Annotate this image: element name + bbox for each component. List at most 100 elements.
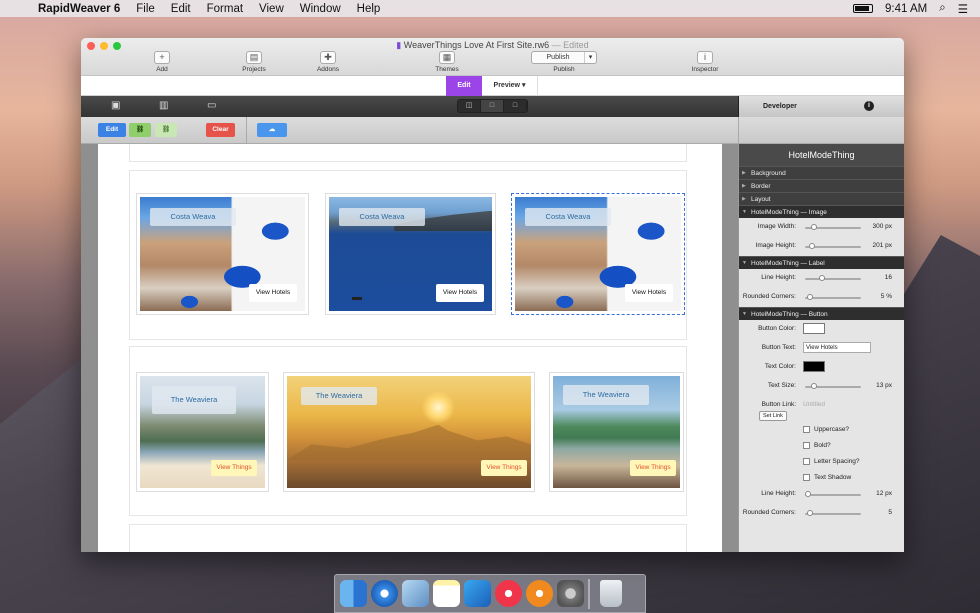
- bold-label: Bold?: [814, 442, 831, 449]
- set-link-button[interactable]: Set Link: [759, 411, 787, 421]
- edit-mode-tab[interactable]: Edit: [446, 76, 482, 96]
- letter-spacing-checkbox[interactable]: Letter Spacing?: [803, 458, 860, 465]
- view-hotels-button[interactable]: View Hotels: [625, 284, 673, 302]
- info-icon[interactable]: i: [864, 101, 874, 111]
- menu-clock[interactable]: 9:41 AM: [885, 3, 927, 15]
- image-height-slider[interactable]: [805, 243, 861, 249]
- menu-view[interactable]: View: [251, 3, 292, 15]
- stack-row: The Weaviera View Things The Weaviera Vi…: [129, 346, 687, 516]
- menu-edit[interactable]: Edit: [163, 3, 199, 15]
- notes-icon[interactable]: [433, 580, 460, 607]
- button-link-row: Button Link: Untitled Set Link: [739, 396, 904, 421]
- button-color-swatch[interactable]: [803, 323, 825, 334]
- view-hotels-button[interactable]: View Hotels: [436, 284, 484, 302]
- menu-format[interactable]: Format: [199, 3, 251, 15]
- menu-file[interactable]: File: [128, 3, 163, 15]
- rapidweaver-icon[interactable]: [464, 580, 491, 607]
- rounded-corners-slider[interactable]: [805, 294, 861, 300]
- slider-knob[interactable]: [811, 383, 817, 389]
- button-line-height-slider[interactable]: [805, 491, 861, 497]
- santorini-image: Costa Weava View Hotels: [515, 197, 681, 311]
- hotel-card-selected[interactable]: Costa Weava View Hotels: [511, 193, 685, 315]
- stack-row: Costa Weava View Hotels Costa Weava View…: [129, 170, 687, 340]
- preview-mode-tab[interactable]: Preview ▾: [482, 76, 538, 96]
- full-view-button[interactable]: □: [504, 100, 527, 112]
- checkbox-box[interactable]: [803, 426, 810, 433]
- slider-knob[interactable]: [805, 491, 811, 497]
- slider-knob[interactable]: [819, 275, 825, 281]
- button-text-field[interactable]: View Hotels: [803, 342, 871, 353]
- letter-spacing-label: Letter Spacing?: [814, 458, 860, 465]
- ibooks-icon[interactable]: [526, 580, 553, 607]
- image-width-row: Image Width: 300 px: [739, 218, 904, 237]
- button-rounded-slider[interactable]: [805, 510, 861, 516]
- slider-knob[interactable]: [811, 224, 817, 230]
- cloud-icon[interactable]: ☁: [257, 123, 287, 137]
- button-section[interactable]: HotelModeThing — Button: [739, 307, 904, 321]
- publish-dropdown-icon[interactable]: ▾: [584, 52, 596, 63]
- hotel-card[interactable]: Costa Weava View Hotels: [136, 193, 309, 315]
- notification-center-icon[interactable]: ☰: [958, 2, 968, 16]
- uppercase-checkbox[interactable]: Uppercase?: [803, 426, 849, 433]
- single-view-button[interactable]: □: [481, 100, 504, 112]
- background-section[interactable]: Background: [739, 166, 904, 180]
- slider-knob[interactable]: [807, 294, 813, 300]
- calculator-icon[interactable]: ▥: [159, 100, 168, 111]
- view-things-button[interactable]: View Things: [211, 460, 257, 476]
- spotlight-icon[interactable]: ⌕: [939, 2, 945, 15]
- image-icon[interactable]: ▭: [207, 100, 216, 111]
- things-card[interactable]: The Weaviera View Things: [136, 372, 269, 492]
- publish-button[interactable]: Publish ▾: [531, 51, 597, 64]
- button-line-height-row: Line Height: 12 px: [739, 485, 904, 504]
- things-card[interactable]: The Weaviera View Things: [283, 372, 535, 492]
- mail-icon[interactable]: [402, 580, 429, 607]
- text-size-value: 13 px: [876, 382, 892, 389]
- edit-button[interactable]: Edit: [98, 123, 126, 137]
- line-height-slider[interactable]: [805, 275, 861, 281]
- border-section[interactable]: Border: [739, 179, 904, 193]
- things-card[interactable]: The Weaviera View Things: [549, 372, 684, 492]
- menu-window[interactable]: Window: [292, 3, 349, 15]
- system-preferences-icon[interactable]: [557, 580, 584, 607]
- itunes-icon[interactable]: [495, 580, 522, 607]
- view-things-button[interactable]: View Things: [481, 460, 527, 476]
- add-toolbar-button[interactable]: + Add: [132, 51, 192, 73]
- safari-icon[interactable]: [371, 580, 398, 607]
- layout-section[interactable]: Layout: [739, 192, 904, 206]
- addons-toolbar-button[interactable]: ✚ Addons: [298, 51, 358, 73]
- menu-app-name[interactable]: RapidWeaver 6: [30, 3, 128, 15]
- menu-help[interactable]: Help: [349, 3, 389, 15]
- view-hotels-button[interactable]: View Hotels: [249, 284, 297, 302]
- image-height-value: 201 px: [872, 242, 892, 249]
- clear-button[interactable]: Clear: [206, 123, 235, 137]
- slider-knob[interactable]: [807, 510, 813, 516]
- text-shadow-checkbox[interactable]: Text Shadow: [803, 474, 851, 481]
- bold-checkbox[interactable]: Bold?: [803, 442, 831, 449]
- text-size-slider[interactable]: [805, 383, 861, 389]
- button-text-row: Button Text: View Hotels: [739, 339, 904, 358]
- slider-knob[interactable]: [809, 243, 815, 249]
- view-things-button[interactable]: View Things: [630, 460, 676, 476]
- checkbox-box[interactable]: [803, 458, 810, 465]
- hotel-card[interactable]: Costa Weava View Hotels: [325, 193, 496, 315]
- image-width-slider[interactable]: [805, 224, 861, 230]
- link-icon[interactable]: ⛓: [129, 123, 151, 137]
- text-shadow-row: Text Shadow: [739, 469, 904, 485]
- box-icon[interactable]: ▣: [111, 100, 120, 111]
- themes-toolbar-button[interactable]: ▦ Themes: [417, 51, 477, 73]
- text-color-swatch[interactable]: [803, 361, 825, 372]
- inspector-toolbar-button[interactable]: i Inspector: [675, 51, 735, 73]
- projects-toolbar-button[interactable]: ▤ Projects: [224, 51, 284, 73]
- finder-icon[interactable]: [340, 580, 367, 607]
- editor-canvas: Costa Weava View Hotels Costa Weava View…: [81, 144, 738, 552]
- image-section[interactable]: HotelModeThing — Image: [739, 205, 904, 219]
- checkbox-box[interactable]: [803, 474, 810, 481]
- rio-beach-image: The Weaviera View Things: [140, 376, 265, 488]
- battery-icon[interactable]: [853, 4, 874, 13]
- unlink-icon[interactable]: ⛓: [155, 123, 177, 137]
- checkbox-box[interactable]: [803, 442, 810, 449]
- label-section[interactable]: HotelModeThing — Label: [739, 256, 904, 270]
- trash-icon[interactable]: [600, 580, 622, 607]
- rounded-corners-value: 5 %: [880, 293, 892, 300]
- split-view-button[interactable]: ◫: [458, 100, 481, 112]
